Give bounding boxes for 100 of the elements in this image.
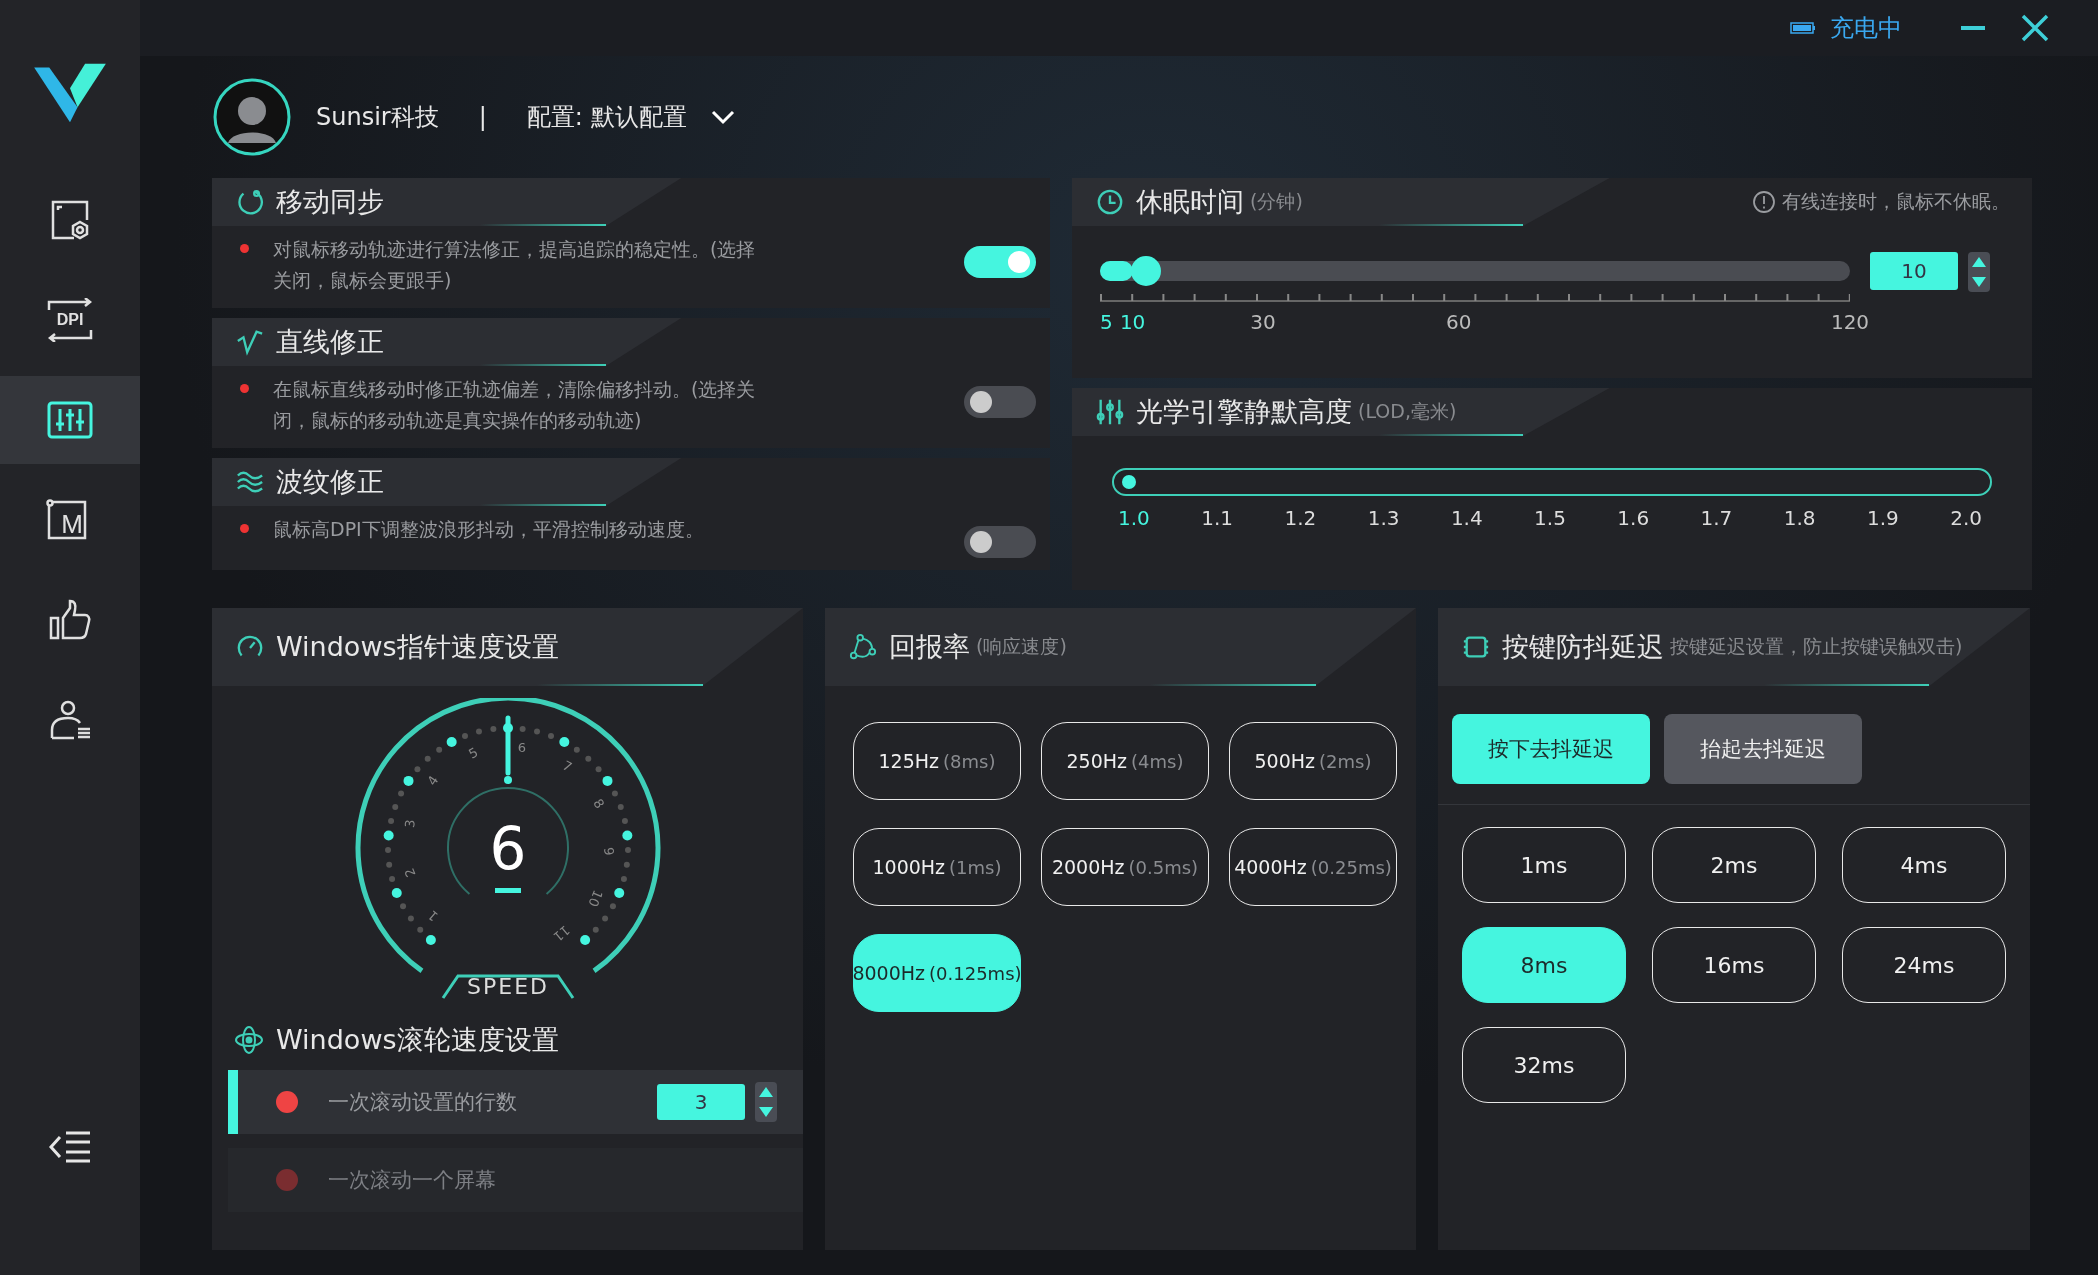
dial-number: 7 — [559, 757, 574, 775]
toggle-switch[interactable] — [964, 526, 1036, 558]
dial-number: 2 — [401, 865, 419, 880]
number-field[interactable]: 3 — [657, 1084, 745, 1120]
description-text: 鼠标高DPI下调整波浪形抖动，平滑控制移动速度。 — [273, 517, 705, 542]
description-text: 对鼠标移动轨迹进行算法修正，提高追踪的稳定性。(选择关闭，鼠标会更跟手) — [273, 237, 757, 293]
speed-value: 6 — [489, 815, 526, 884]
atom-icon — [234, 1025, 264, 1055]
rate-button[interactable]: 250Hz (4ms) — [1041, 722, 1209, 800]
value-underline — [494, 888, 521, 893]
card-title: 直线修正 — [276, 325, 384, 359]
dial-number: 8 — [589, 796, 607, 812]
toggle-switch[interactable] — [964, 386, 1036, 418]
chevron-down-icon[interactable] — [710, 109, 735, 125]
scale-label[interactable]: 1.1 — [1201, 506, 1234, 530]
sidebar-item[interactable]: DPI — [0, 276, 140, 364]
number-field[interactable]: 10 — [1870, 252, 1958, 290]
bullet-dot — [240, 524, 249, 533]
nodes-icon — [849, 633, 877, 661]
thumbs-up-icon — [48, 598, 92, 642]
section-title: Windows滚轮速度设置 — [276, 1023, 559, 1057]
radio-dot — [276, 1169, 298, 1191]
slider-thumb[interactable] — [1122, 475, 1136, 489]
arrows-icon — [45, 298, 95, 342]
card-title: 光学引擎静默高度 — [1136, 395, 1352, 429]
bullet-dot — [240, 384, 249, 393]
dial-number: 4 — [423, 772, 441, 789]
card-title: 休眠时间 — [1136, 185, 1244, 219]
user-list-icon — [48, 698, 92, 742]
scroll-option[interactable]: 一次滚动一个屏幕 — [228, 1148, 803, 1212]
delay-button[interactable]: 16ms — [1652, 927, 1816, 1003]
user-name: Sunsir科技 — [316, 102, 439, 133]
dial-number: 1 — [424, 907, 441, 925]
dial-number: 9 — [600, 846, 617, 857]
scale-label[interactable]: 1.2 — [1284, 506, 1317, 530]
profile-selector[interactable]: 配置: 默认配置 — [526, 101, 687, 133]
card-title: 按键防抖延迟 — [1502, 630, 1664, 664]
option-label: 一次滚动设置的行数 — [328, 1089, 517, 1116]
delay-button[interactable]: 2ms — [1652, 827, 1816, 903]
radio-dot — [276, 1091, 298, 1113]
battery-icon — [1790, 22, 1816, 34]
frame-icon — [45, 498, 89, 542]
separator-text: | — [478, 103, 487, 131]
tab[interactable]: 按下去抖延迟 — [1452, 714, 1650, 784]
sliders-icon — [1096, 398, 1124, 426]
scale-label[interactable]: 1.8 — [1783, 506, 1816, 530]
scale-label[interactable]: 1.0 — [1118, 506, 1150, 530]
delay-button[interactable]: 24ms — [1842, 927, 2006, 1003]
description-text: 在鼠标直线移动时修正轨迹偏差，清除偏移抖动。(选择关闭，鼠标的移动轨迹是真实操作的移动轨迹) — [273, 377, 757, 433]
bullet-dot — [240, 244, 249, 253]
delay-button[interactable]: 8ms — [1462, 927, 1626, 1003]
info-icon — [1752, 190, 1776, 214]
rate-button[interactable]: 8000Hz (0.125ms) — [853, 934, 1021, 1012]
scale-label[interactable]: 1.5 — [1534, 506, 1566, 530]
spinner-arrows-icon[interactable] — [1968, 252, 1990, 292]
card-title: 移动同步 — [276, 185, 384, 219]
card-title: 波纹修正 — [276, 465, 384, 499]
tab[interactable]: 抬起去抖延迟 — [1664, 714, 1862, 784]
note-text: 有线连接时，鼠标不休眠。 — [1782, 189, 2010, 214]
subtitle-text: 按键延迟设置，防止按键误触双击) — [1670, 634, 1963, 659]
rate-button[interactable]: 500Hz (2ms) — [1229, 722, 1397, 800]
sync-icon — [236, 188, 264, 216]
scale-label: 5 — [1100, 310, 1113, 334]
card-title: 回报率 — [889, 630, 970, 664]
scale-label[interactable]: 1.7 — [1700, 506, 1733, 530]
delay-button[interactable]: 4ms — [1842, 827, 2006, 903]
unit-label: (分钟) — [1250, 189, 1303, 214]
rate-button[interactable]: 4000Hz (0.25ms) — [1229, 828, 1397, 906]
scale-label: 30 — [1250, 310, 1276, 334]
scale-label: 120 — [1830, 310, 1870, 334]
rate-button[interactable]: 2000Hz (0.5ms) — [1041, 828, 1209, 906]
delay-button[interactable]: 1ms — [1462, 827, 1626, 903]
collapse-menu-icon[interactable] — [48, 1129, 92, 1165]
dial-number: 11 — [550, 922, 573, 945]
scale-label[interactable]: 1.9 — [1866, 506, 1899, 530]
spinner-arrows-icon[interactable] — [755, 1082, 777, 1122]
clock-icon — [1096, 188, 1124, 216]
scale-label[interactable]: 2.0 — [1950, 506, 1982, 530]
scale-label[interactable]: 1.6 — [1617, 506, 1650, 530]
dial-number: 5 — [465, 744, 480, 762]
scale-label: 10 — [1119, 310, 1146, 334]
slider-track[interactable] — [1112, 468, 1992, 496]
toggle-switch[interactable] — [964, 246, 1036, 278]
scroll-option[interactable]: 一次滚动设置的行数 3 — [228, 1070, 803, 1134]
rate-button[interactable]: 125Hz (8ms) — [853, 722, 1021, 800]
delay-button[interactable]: 32ms — [1462, 1027, 1626, 1103]
slider-track[interactable] — [1100, 256, 1850, 286]
sidebar-item[interactable] — [0, 376, 140, 464]
scale-label[interactable]: 1.3 — [1367, 506, 1400, 530]
scale-label: 60 — [1446, 310, 1472, 334]
card-title: Windows指针速度设置 — [276, 630, 559, 664]
subtitle-text: (响应速度) — [976, 634, 1067, 659]
option-label: 一次滚动一个屏幕 — [328, 1167, 496, 1194]
slider-thumb[interactable] — [1130, 256, 1161, 286]
close-icon[interactable] — [2020, 13, 2050, 43]
dial-number: 10 — [585, 887, 606, 909]
rate-button[interactable]: 1000Hz (1ms) — [853, 828, 1021, 906]
sidebar-item[interactable]: M — [0, 476, 140, 564]
line-icon — [236, 328, 264, 356]
scale-label[interactable]: 1.4 — [1450, 506, 1483, 530]
